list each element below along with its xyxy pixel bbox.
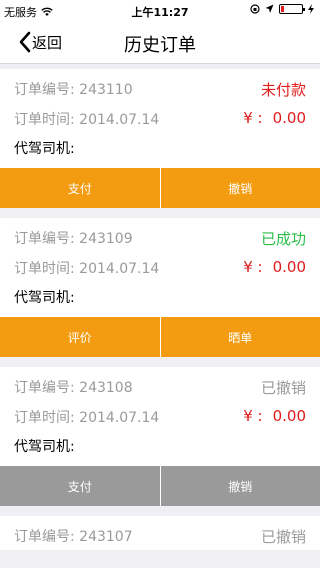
- status-bar: 无服务 上午11:27: [0, 0, 320, 20]
- order-number: 订单编号: 243107: [14, 529, 133, 545]
- order-number-row: 订单编号: 243108 已撤销: [0, 367, 320, 401]
- order-amount: ¥ : 0.00: [243, 407, 306, 425]
- driver-label: 代驾司机:: [14, 290, 75, 306]
- order-actions: 评价 晒单: [0, 317, 320, 357]
- order-status: 已撤销: [260, 379, 306, 397]
- order-time-row: 订单时间: 2014.07.14 ¥ : 0.00: [0, 252, 320, 283]
- order-number: 订单编号: 243110: [14, 82, 133, 98]
- amount-prefix: ¥ :: [243, 109, 263, 127]
- share-order-button[interactable]: 晒单: [159, 317, 320, 357]
- order-actions: 支付 撤销: [0, 168, 320, 208]
- driver-row: 代驾司机:: [0, 283, 320, 317]
- order-number-row: 订单编号: 243109 已成功: [0, 218, 320, 252]
- amount-prefix: ¥ :: [243, 258, 263, 276]
- order-number-row: 订单编号: 243110 未付款: [0, 69, 320, 103]
- pay-button[interactable]: 支付: [0, 168, 160, 208]
- cancel-order-button[interactable]: 撤销: [159, 168, 320, 208]
- order-card: 订单编号: 243109 已成功 订单时间: 2014.07.14 ¥ : 0.0…: [0, 218, 320, 357]
- driver-label: 代驾司机:: [14, 439, 75, 455]
- order-amount: ¥ : 0.00: [243, 109, 306, 127]
- order-status: 未付款: [260, 81, 306, 99]
- order-time: 订单时间: 2014.07.14: [14, 410, 160, 426]
- order-card: 订单编号: 243107 已撤销: [0, 516, 320, 550]
- pay-button[interactable]: 支付: [0, 466, 160, 506]
- amount-prefix: ¥ :: [243, 407, 263, 425]
- amount-value: 0.00: [272, 258, 306, 276]
- order-number: 订单编号: 243109: [14, 231, 133, 247]
- amount-value: 0.00: [272, 109, 306, 127]
- order-number: 订单编号: 243108: [14, 380, 133, 396]
- order-time: 订单时间: 2014.07.14: [14, 112, 160, 128]
- location-icon: [265, 4, 274, 13]
- cancel-order-button[interactable]: 撤销: [159, 466, 320, 506]
- order-card: 订单编号: 243110 未付款 订单时间: 2014.07.14 ¥ : 0.0…: [0, 69, 320, 208]
- driver-row: 代驾司机:: [0, 134, 320, 168]
- driver-label: 代驾司机:: [14, 141, 75, 157]
- order-amount: ¥ : 0.00: [243, 258, 306, 276]
- rate-button[interactable]: 评价: [0, 317, 160, 357]
- order-list: 订单编号: 243110 未付款 订单时间: 2014.07.14 ¥ : 0.0…: [0, 69, 320, 560]
- order-time-row: 订单时间: 2014.07.14 ¥ : 0.00: [0, 401, 320, 432]
- amount-value: 0.00: [272, 407, 306, 425]
- order-number-row: 订单编号: 243107 已撤销: [0, 516, 320, 550]
- order-actions: 支付 撤销: [0, 466, 320, 506]
- navigation-bar: 返回 历史订单: [0, 20, 320, 64]
- order-card: 订单编号: 243108 已撤销 订单时间: 2014.07.14 ¥ : 0.0…: [0, 367, 320, 506]
- page-title: 历史订单: [124, 35, 196, 56]
- rotation-lock-icon: [250, 4, 260, 14]
- driver-row: 代驾司机:: [0, 432, 320, 466]
- order-status: 已成功: [260, 230, 306, 248]
- battery-icon: [279, 4, 305, 14]
- order-time: 订单时间: 2014.07.14: [14, 261, 160, 277]
- status-right: [250, 4, 314, 14]
- charging-icon: [308, 4, 314, 14]
- order-status: 已撤销: [260, 528, 306, 546]
- order-time-row: 订单时间: 2014.07.14 ¥ : 0.00: [0, 103, 320, 134]
